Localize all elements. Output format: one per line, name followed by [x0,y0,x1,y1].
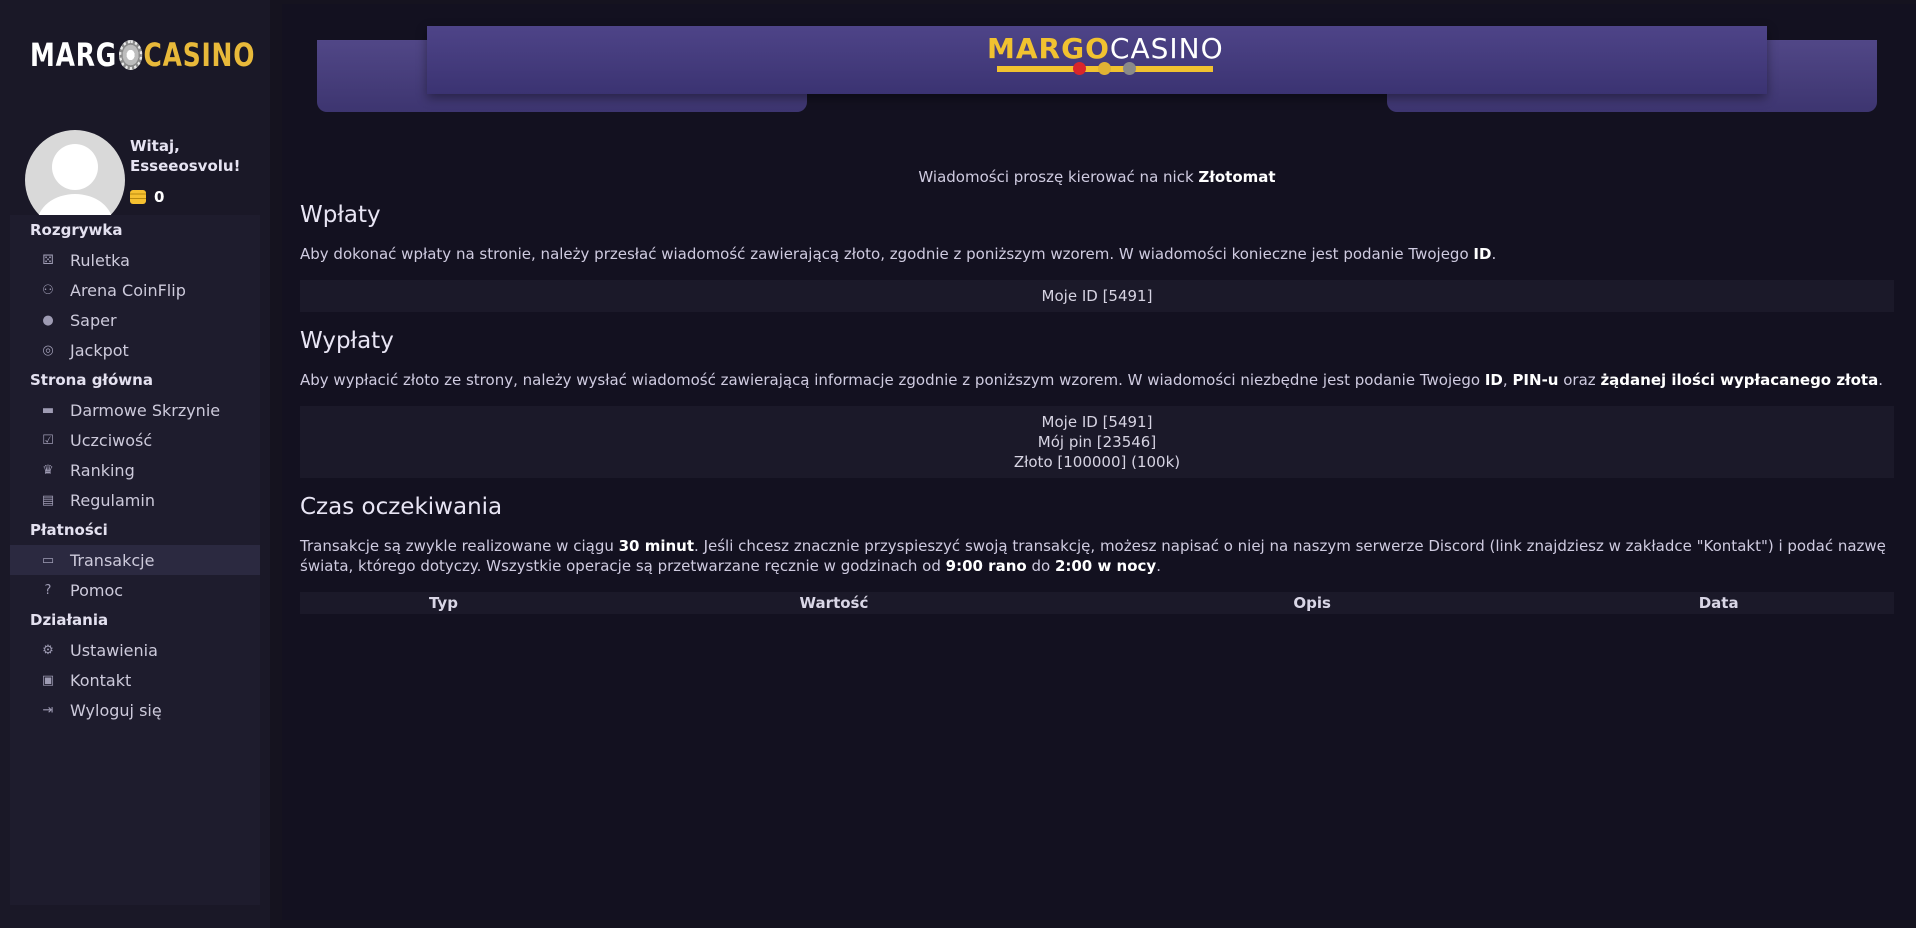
section-platnosci: Płatności [30,521,108,539]
contact-book-icon: ▣ [41,672,55,688]
sidebar-item-kontakt[interactable]: ▣ Kontakt [10,665,260,695]
sidebar-item-label: Jackpot [70,340,129,360]
withdrawals-heading: Wypłaty [300,328,394,354]
deposits-description: Aby dokonać wpłaty na stronie, należy pr… [300,245,1497,263]
sidebar-item-label: Kontakt [70,670,132,690]
column-typ[interactable]: Typ [300,592,587,614]
sidebar-item-label: Regulamin [70,490,155,510]
sidebar-item-ustawienia[interactable]: ⚙ Ustawienia [10,635,260,665]
trophy-icon: ♛ [42,462,54,478]
sidebar-item-wyloguj[interactable]: ⇥ Wyloguj się [10,695,260,725]
sidebar-menu: Rozgrywka ⚄ Ruletka ⚇ Arena CoinFlip ● S… [10,215,260,905]
sidebar-item-label: Uczciwość [70,430,153,450]
sidebar: MARG CASINO Witaj, Esseeosvolu! 0 Rozgry… [0,0,270,928]
sidebar-item-label: Ruletka [70,250,130,270]
site-logo[interactable]: MARG CASINO [30,36,255,74]
sidebar-item-jackpot[interactable]: ◎ Jackpot [10,335,260,365]
transactions-table: Typ Wartość Opis Data [300,592,1894,614]
people-icon: ⚇ [42,282,54,298]
banner-logo-left: MARGO [987,32,1110,65]
banner-logo[interactable]: MARGO CASINO [987,32,1224,75]
deposits-heading: Wpłaty [300,202,381,228]
sidebar-item-saper[interactable]: ● Saper [10,305,260,335]
banner-logo-right: CASINO [1109,32,1224,65]
column-opis[interactable]: Opis [1081,592,1543,614]
sidebar-item-ruletka[interactable]: ⚄ Ruletka [10,245,260,275]
sidebar-item-label: Saper [70,310,117,330]
target-icon: ◎ [42,342,54,358]
column-data[interactable]: Data [1543,592,1894,614]
waiting-description: Transakcje są zwykle realizowane w ciągu… [300,537,1886,575]
notice-nick: Złotomat [1198,168,1276,186]
logout-icon: ⇥ [42,702,54,718]
book-icon: ▤ [41,492,55,508]
waiting-heading: Czas oczekiwania [300,494,503,520]
clipboard-check-icon: ☑ [42,432,54,448]
section-strona-glowna: Strona główna [30,371,153,389]
greeting: Witaj, Esseeosvolu! [130,137,241,175]
contact-notice: Wiadomości proszę kierować na nick Złoto… [918,168,1276,186]
coins-icon [130,190,146,204]
sidebar-item-arena-coinflip[interactable]: ⚇ Arena CoinFlip [10,275,260,305]
sidebar-item-label: Transakcje [70,550,155,570]
sidebar-item-label: Darmowe Skrzynie [70,400,221,420]
dice-icon: ⚄ [42,252,54,268]
transactions-content: Wiadomości proszę kierować na nick Złoto… [300,168,1894,614]
withdrawal-template: Moje ID [5491] Mój pin [23546] Złoto [10… [300,406,1894,478]
logo-text-right: CASINO [143,36,256,74]
column-wartosc[interactable]: Wartość [587,592,1081,614]
deposit-template: Moje ID [5491] [300,280,1894,312]
card-icon: ▭ [41,552,55,568]
sidebar-item-transakcje[interactable]: ▭ Transakcje [10,545,260,575]
banner: MARGO CASINO [317,20,1877,120]
user-cog-icon: ⚙ [42,642,54,658]
sidebar-item-label: Ustawienia [70,640,158,660]
sidebar-item-label: Wyloguj się [70,700,162,720]
briefcase-icon: ▬ [41,402,55,418]
table-header-row: Typ Wartość Opis Data [300,592,1894,614]
sidebar-item-regulamin[interactable]: ▤ Regulamin [10,485,260,515]
main-content: MARGO CASINO Wiadomości proszę kierować … [282,4,1916,920]
casino-chip-icon [118,40,142,70]
sidebar-item-label: Pomoc [70,580,124,600]
sidebar-item-label: Arena CoinFlip [70,280,186,300]
sidebar-item-label: Ranking [70,460,135,480]
question-icon: ? [44,582,52,598]
section-rozgrywka: Rozgrywka [30,221,123,239]
banner-logo-bar [997,62,1214,75]
sidebar-item-ranking[interactable]: ♛ Ranking [10,455,260,485]
sidebar-item-darmowe-skrzynie[interactable]: ▬ Darmowe Skrzynie [10,395,260,425]
withdrawals-description: Aby wypłacić złoto ze strony, należy wys… [300,371,1884,389]
sidebar-item-pomoc[interactable]: ? Pomoc [10,575,260,605]
bomb-icon: ● [42,312,54,328]
coin-balance: 0 [130,188,240,206]
section-dzialania: Działania [30,611,109,629]
logo-text-left: MARG [30,36,117,74]
coin-count: 0 [154,188,165,206]
sidebar-item-uczciwosc[interactable]: ☑ Uczciwość [10,425,260,455]
